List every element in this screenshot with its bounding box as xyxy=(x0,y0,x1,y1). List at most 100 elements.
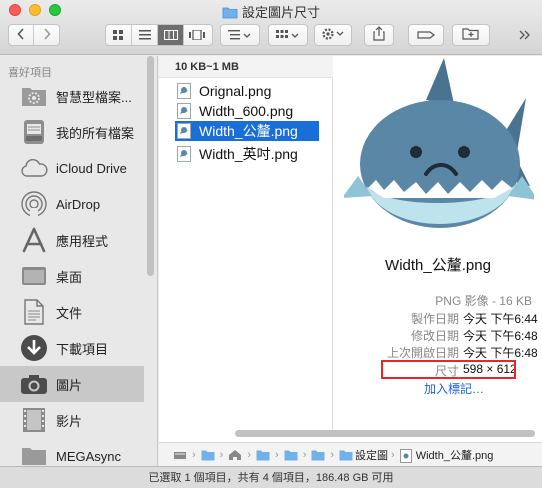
cover-flow-icon xyxy=(189,28,205,43)
hard-drive-icon[interactable] xyxy=(173,449,187,461)
sidebar-item-label: 影片 xyxy=(56,413,83,429)
preview-kind: PNG 影像 - 16 KB xyxy=(435,294,532,308)
downloads-icon xyxy=(18,332,50,364)
sidebar-item-downloads[interactable]: 下載項目 xyxy=(0,330,144,366)
png-file-icon xyxy=(177,103,191,119)
new-folder-button[interactable] xyxy=(452,24,490,46)
folder-icon xyxy=(222,6,238,22)
sidebar-item-airdrop[interactable]: AirDrop xyxy=(0,186,144,222)
sidebar-item-all-files[interactable]: 我的所有檔案 xyxy=(0,114,144,150)
path-separator: › xyxy=(275,448,279,461)
folder-icon[interactable] xyxy=(284,449,298,461)
sidebar-item-label: AirDrop xyxy=(56,196,101,212)
png-file-icon xyxy=(177,146,191,162)
arrange-button[interactable] xyxy=(220,24,260,46)
folder-icon[interactable] xyxy=(256,449,270,461)
expand-icon xyxy=(519,28,531,43)
image-preview xyxy=(342,58,538,238)
arrange-icon xyxy=(228,28,252,43)
home-icon[interactable] xyxy=(228,449,242,461)
group-icon xyxy=(276,28,300,43)
column-browser: 10 KB~1 MB Orignal.png Width_600.png Wid… xyxy=(159,56,542,466)
file-name: Width_公釐.png xyxy=(199,123,298,139)
sidebar-item-label: 桌面 xyxy=(56,269,83,285)
info-key: 製作日期 xyxy=(410,312,459,326)
path-folder-label[interactable]: 設定圖 xyxy=(355,447,388,463)
chevron-right-icon xyxy=(43,27,51,43)
gear-icon xyxy=(321,27,345,44)
finder-window: 設定圖片尺寸 喜好項目 智慧型檔案... 我的所有檔案 iCloud Drive… xyxy=(0,0,542,488)
back-button[interactable] xyxy=(9,25,35,45)
list-view-button[interactable] xyxy=(132,25,158,45)
info-value: 今天 下午6:48 xyxy=(463,329,538,343)
window-title-text: 設定圖片尺寸 xyxy=(241,5,320,20)
sidebar-item-label: 文件 xyxy=(56,305,83,321)
png-file-icon xyxy=(177,123,191,139)
path-separator: › xyxy=(302,448,307,461)
forward-button[interactable] xyxy=(34,25,59,45)
path-separator: › xyxy=(192,448,196,461)
sidebar-item-label: iCloud Drive xyxy=(56,160,127,176)
smart-folder-icon xyxy=(18,80,50,112)
status-bar: 已選取 1 個項目，共有 4 個項目，186.48 GB 可用 xyxy=(0,466,542,488)
icon-view-button[interactable] xyxy=(106,25,132,45)
sidebar-item-label: 圖片 xyxy=(56,377,83,393)
sidebar-item-label: 應用程式 xyxy=(56,233,109,249)
sidebar-item-label: 下載項目 xyxy=(56,341,109,357)
folder-icon[interactable] xyxy=(201,449,215,461)
column-header: 10 KB~1 MB xyxy=(159,56,333,78)
info-key: 上次開啟日期 xyxy=(386,346,459,360)
path-separator: › xyxy=(219,448,224,461)
path-separator: › xyxy=(330,448,335,461)
tag-button[interactable] xyxy=(408,24,444,46)
camera-icon xyxy=(18,368,50,400)
sidebar-item-pictures[interactable]: 圖片 xyxy=(0,366,144,402)
file-item[interactable]: Orignal.png xyxy=(175,81,319,101)
sidebar-item-icloud-drive[interactable]: iCloud Drive xyxy=(0,150,144,186)
dimensions-highlight-box xyxy=(381,360,516,379)
info-key: 修改日期 xyxy=(410,329,459,343)
group-button[interactable] xyxy=(268,24,308,46)
documents-icon xyxy=(18,296,50,328)
file-item[interactable]: Width_600.png xyxy=(175,101,319,121)
info-value: 今天 下午6:48 xyxy=(463,346,538,360)
path-file-label[interactable]: Width_公釐.png xyxy=(416,447,494,463)
sidebar-item-label: 智慧型檔案... xyxy=(56,89,132,105)
sidebar-item-smart-folders[interactable]: 智慧型檔案... xyxy=(0,78,144,114)
window-title: 設定圖片尺寸 xyxy=(0,2,542,22)
sidebar-item-movies[interactable]: 影片 xyxy=(0,402,144,438)
column-view-button[interactable] xyxy=(158,25,184,45)
file-column: 10 KB~1 MB Orignal.png Width_600.png Wid… xyxy=(159,56,333,432)
preview-file-name: Width_公釐.png xyxy=(385,257,491,274)
action-button[interactable] xyxy=(314,24,352,46)
info-row-modified: 修改日期 今天 下午6:48 xyxy=(334,327,542,344)
sidebar-item-applications[interactable]: 應用程式 xyxy=(0,222,144,258)
new-folder-icon xyxy=(462,27,480,43)
path-separator: › xyxy=(247,448,252,461)
file-item-selected[interactable]: Width_公釐.png xyxy=(175,121,319,141)
title-bar: 設定圖片尺寸 xyxy=(0,0,542,55)
back-forward-control xyxy=(8,24,60,46)
all-files-icon xyxy=(18,116,50,148)
folder-icon[interactable] xyxy=(311,449,325,461)
horizontal-scrollbar[interactable] xyxy=(235,430,535,437)
shark-illustration xyxy=(342,58,538,228)
png-file-icon[interactable] xyxy=(399,448,414,463)
tag-icon xyxy=(417,28,435,43)
sidebar-scrollbar[interactable] xyxy=(147,56,154,276)
file-item[interactable]: Width_英吋.png xyxy=(175,144,319,164)
cover-flow-button[interactable] xyxy=(184,25,210,45)
sidebar-item-documents[interactable]: 文件 xyxy=(0,294,144,330)
info-row-created: 製作日期 今天 下午6:44 xyxy=(334,310,542,327)
folder-icon[interactable] xyxy=(339,449,353,461)
desktop-icon xyxy=(18,260,50,292)
share-button[interactable] xyxy=(364,24,394,46)
file-name: Width_600.png xyxy=(199,103,294,119)
sidebar-item-desktop[interactable]: 桌面 xyxy=(0,258,144,294)
path-separator: › xyxy=(391,448,395,461)
add-tags-link[interactable]: 加入標記… xyxy=(424,380,484,397)
expand-toolbar-button[interactable] xyxy=(514,24,536,46)
path-bar: › › › › › › 設定圖 › Width_公釐.png xyxy=(159,442,542,466)
applications-icon xyxy=(18,224,50,256)
info-row-last-opened: 上次開啟日期 今天 下午6:48 xyxy=(334,344,542,361)
